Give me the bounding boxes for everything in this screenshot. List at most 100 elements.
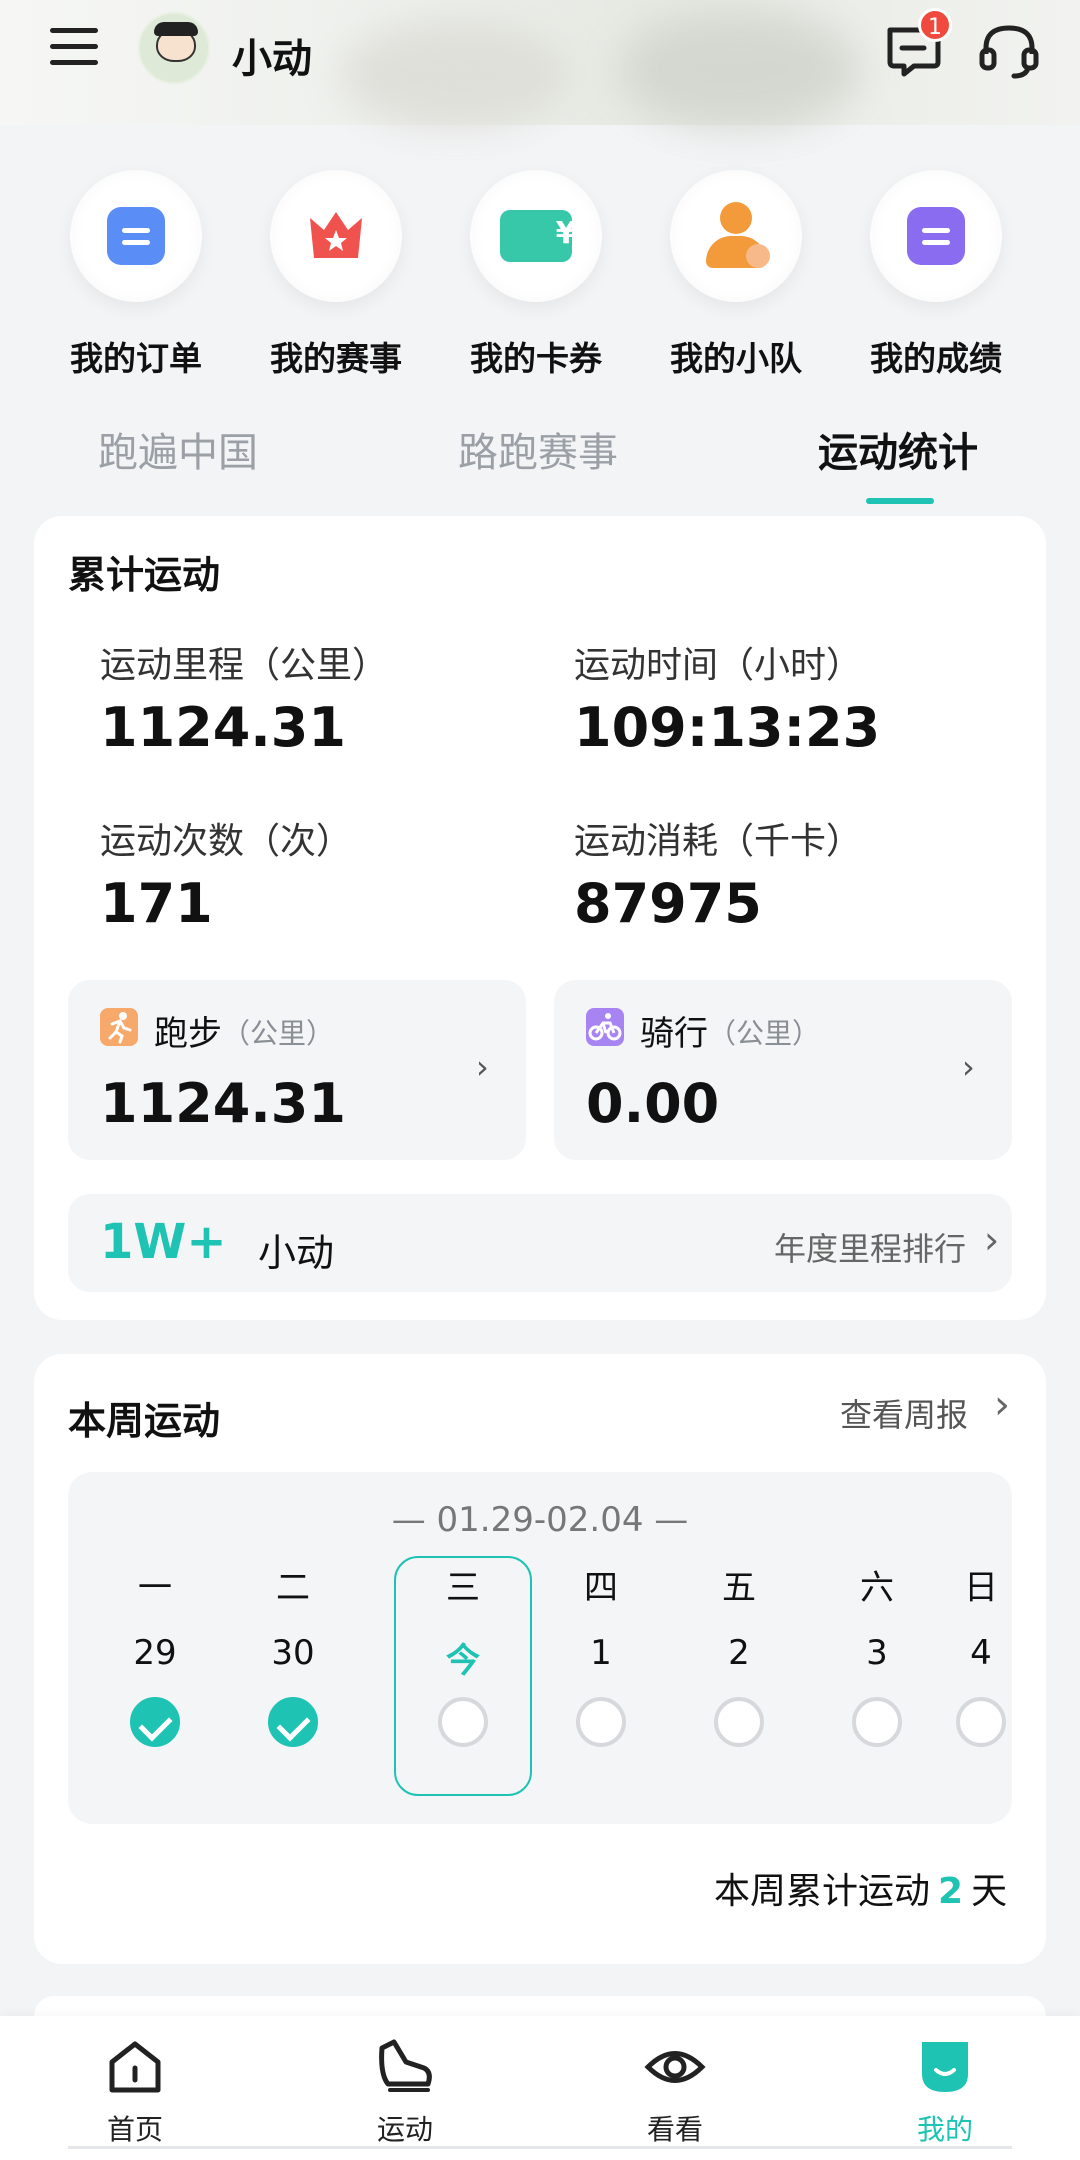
nav-label: 首页 <box>106 2113 163 2146</box>
tab-road-race[interactable]: 路跑赛事 <box>458 420 618 478</box>
score-icon <box>870 170 1002 302</box>
day-fri[interactable]: 五 2 <box>684 1560 794 1747</box>
time-label: 运动时间（小时） <box>574 645 863 686</box>
weekly-report-link[interactable]: 查看周报 <box>840 1390 968 1436</box>
chevron-right-icon: › <box>984 1218 1000 1262</box>
eye-icon <box>644 2051 706 2083</box>
annual-ranking-bar[interactable]: 1W+ 小动 年度里程排行 › <box>68 1194 1012 1292</box>
home-icon <box>109 2041 161 2093</box>
day-number: 30 <box>271 1633 315 1673</box>
distance-label: 运动里程（公里） <box>100 645 389 686</box>
tab-bar: 跑遍中国 路跑赛事 运动统计 <box>0 412 1080 512</box>
avatar[interactable] <box>138 12 210 84</box>
tab-sport-stats[interactable]: 运动统计 <box>818 420 978 478</box>
running-unit: （公里） <box>222 1017 335 1050</box>
cumulative-card: 累计运动 运动里程（公里） 1124.31 运动时间（小时） 109:13:23… <box>34 516 1046 1320</box>
day-sat[interactable]: 六 3 <box>822 1560 932 1747</box>
customer-service-icon[interactable] <box>978 22 1040 80</box>
profile-icon <box>922 2042 968 2092</box>
week-total-suffix: 天 <box>971 1871 1008 1912</box>
header-background-blur <box>340 20 570 130</box>
empty-circle-icon <box>438 1697 488 1747</box>
count-label: 运动次数（次） <box>100 821 353 862</box>
running-value: 1124.31 <box>100 1072 346 1135</box>
quick-item-orders[interactable]: 我的订单 <box>36 160 236 380</box>
count-value: 171 <box>100 872 213 935</box>
quick-label: 我的卡券 <box>470 339 602 378</box>
calories-label: 运动消耗（千卡） <box>574 821 863 862</box>
day-name: 四 <box>584 1568 618 1608</box>
day-mon[interactable]: 一 29 <box>100 1560 210 1747</box>
day-number: 4 <box>970 1633 992 1673</box>
day-wed-today[interactable]: 三 今 <box>408 1560 518 1747</box>
quick-item-events[interactable]: 我的赛事 <box>236 160 436 380</box>
nav-watch[interactable]: 看看 <box>595 2034 755 2148</box>
nav-label: 运动 <box>376 2113 433 2146</box>
time-value: 109:13:23 <box>574 696 881 759</box>
check-done-icon <box>268 1697 318 1747</box>
quick-menu: 我的订单 我的赛事 ¥ 我的卡券 我的小队 我的成绩 <box>0 160 1080 390</box>
menu-icon[interactable] <box>50 28 98 68</box>
coupon-icon: ¥ <box>470 170 602 302</box>
empty-circle-icon <box>956 1697 1006 1747</box>
nav-mine[interactable]: 我的 <box>865 2034 1025 2148</box>
day-name: 六 <box>860 1568 894 1608</box>
distance-value: 1124.31 <box>100 696 346 759</box>
message-badge: 1 <box>918 8 952 42</box>
week-total-prefix: 本周累计运动 <box>714 1871 931 1912</box>
card-title: 累计运动 <box>68 553 221 597</box>
day-number: 2 <box>728 1633 750 1673</box>
week-total-days: 2 <box>938 1871 964 1912</box>
day-name: 二 <box>276 1568 310 1608</box>
header-background-blur <box>620 10 860 130</box>
running-card[interactable]: 跑步 （公里） 1124.31 › <box>68 980 526 1160</box>
ranking-link[interactable]: 年度里程排行 <box>774 1224 966 1270</box>
quick-item-scores[interactable]: 我的成绩 <box>836 160 1036 380</box>
cycling-icon <box>586 1008 624 1046</box>
day-name: 三 <box>446 1568 480 1608</box>
cycling-card[interactable]: 骑行 （公里） 0.00 › <box>554 980 1012 1160</box>
empty-circle-icon <box>576 1697 626 1747</box>
day-number: 今 <box>446 1641 480 1681</box>
day-thu[interactable]: 四 1 <box>546 1560 656 1747</box>
day-sun[interactable]: 日 4 <box>948 1560 1012 1747</box>
top-header: 小动 1 <box>0 0 1080 130</box>
running-icon <box>100 1008 138 1046</box>
quick-label: 我的成绩 <box>870 339 1002 378</box>
cycling-unit: （公里） <box>708 1017 821 1050</box>
day-name: 一 <box>138 1568 172 1608</box>
empty-circle-icon <box>852 1697 902 1747</box>
chevron-right-icon: › <box>476 1048 489 1086</box>
week-card: 本周运动 查看周报 › — 01.29-02.04 — 一 29 二 30 三 … <box>34 1354 1046 1964</box>
check-done-icon <box>130 1697 180 1747</box>
nav-sport[interactable]: 运动 <box>325 2034 485 2148</box>
chevron-right-icon: › <box>962 1048 975 1086</box>
quick-item-team[interactable]: 我的小队 <box>636 160 836 380</box>
ranking-name: 小动 <box>258 1231 335 1275</box>
day-number: 3 <box>866 1633 888 1673</box>
day-name: 日 <box>964 1568 998 1608</box>
day-number: 29 <box>133 1633 177 1673</box>
tab-run-china[interactable]: 跑遍中国 <box>98 420 258 478</box>
quick-label: 我的订单 <box>70 339 202 378</box>
card-title: 本周运动 <box>68 1399 221 1443</box>
team-icon <box>670 170 802 302</box>
username[interactable]: 小动 <box>232 26 312 84</box>
week-range: — 01.29-02.04 — <box>391 1500 689 1540</box>
order-icon <box>70 170 202 302</box>
nav-home[interactable]: 首页 <box>55 2034 215 2148</box>
cycling-label: 骑行 <box>640 1014 708 1054</box>
week-total: 本周累计运动 2 天 <box>714 1862 1007 1914</box>
day-number: 1 <box>590 1633 612 1673</box>
quick-label: 我的赛事 <box>270 339 402 378</box>
week-calendar: — 01.29-02.04 — 一 29 二 30 三 今 四 1 五 2 六 … <box>68 1472 1012 1824</box>
calories-value: 87975 <box>574 872 762 935</box>
running-label: 跑步 <box>154 1014 222 1054</box>
quick-label: 我的小队 <box>670 339 802 378</box>
nav-label: 我的 <box>916 2113 973 2146</box>
day-tue[interactable]: 二 30 <box>238 1560 348 1747</box>
bottom-nav: 首页 运动 看看 我的 <box>0 2016 1080 2160</box>
day-name: 五 <box>722 1568 756 1608</box>
event-crown-icon <box>270 170 402 302</box>
quick-item-coupons[interactable]: ¥ 我的卡券 <box>436 160 636 380</box>
